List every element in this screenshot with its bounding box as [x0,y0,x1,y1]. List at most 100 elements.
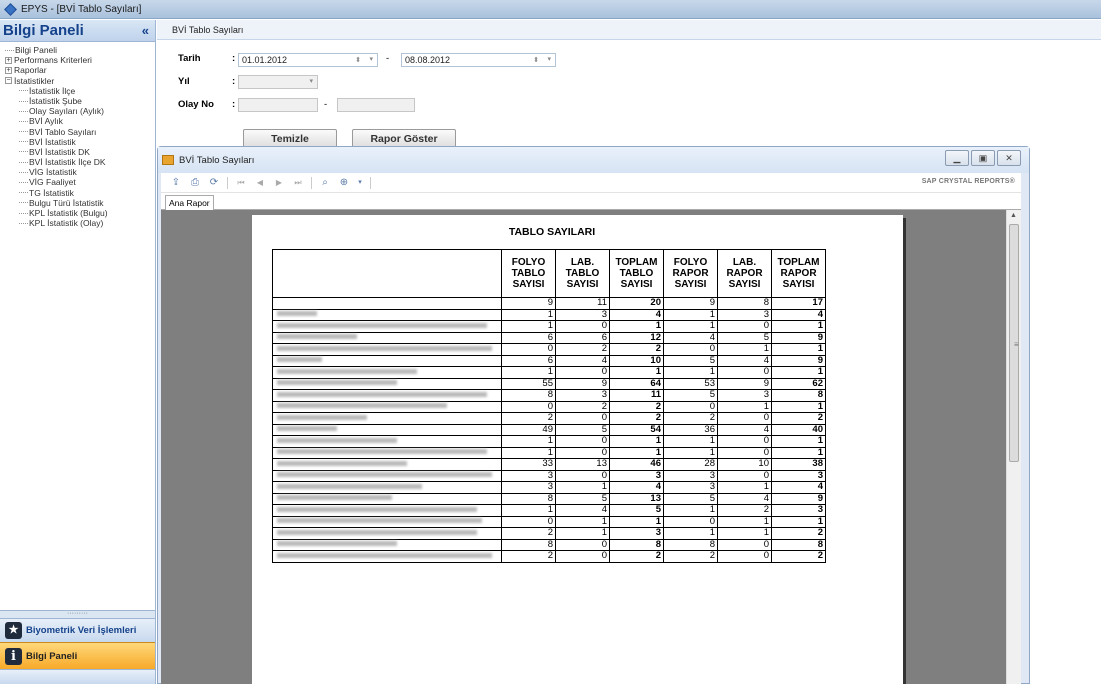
vertical-scrollbar[interactable]: ▲ ≡ [1006,210,1021,684]
table-cell: 8 [771,389,826,402]
table-cell: 2 [609,400,664,413]
table-row: 6 6 12 4 5 9 [272,331,826,344]
tree-item[interactable]: KPL İstatistik (Bulgu) [3,208,155,218]
scrollbar-thumb[interactable]: ≡ [1009,224,1019,462]
date-start-field[interactable]: 01.01.2012 ⬍ ▾ [238,53,378,67]
tree-item[interactable]: BVİ İstatistik İlçe DK [3,157,155,167]
olay-no-end-field[interactable] [337,98,415,112]
date-end-field[interactable]: 08.08.2012 ⬍ ▾ [401,53,556,67]
colon: : [232,53,236,64]
row-name-redacted [272,423,502,436]
tree-item[interactable]: BVİ Tablo Sayıları [3,127,155,137]
tree-item[interactable]: + Raporlar [3,65,155,75]
table-cell: 1 [663,435,718,448]
redacted-text [277,414,367,420]
tree-item[interactable]: VİG Faaliyet [3,177,155,187]
row-name-redacted [272,366,502,379]
table-cell: 6 [555,331,610,344]
tree-item-label: VİG Faaliyet [29,177,76,188]
row-name-redacted [272,377,502,390]
row-name-redacted [272,538,502,551]
table-row: 8 5 13 5 4 9 [272,492,826,505]
chevron-down-icon[interactable]: ▾ [369,54,373,66]
table-cell: 1 [717,400,772,413]
table-cell: 4 [717,354,772,367]
tree-item-label: BVİ İstatistik [29,136,76,147]
column-header: TOPLAM RAPOR SAYISI [771,249,826,298]
tree-line [19,212,28,214]
minimize-icon[interactable]: ▁ [945,150,969,166]
expand-icon[interactable]: + [5,56,12,64]
nav-biyometrik-veri[interactable]: Biyometrik Veri İşlemleri [0,618,155,642]
table-row: 55 9 64 53 9 62 [272,377,826,390]
table-cell: 3 [771,469,826,482]
zoom-dropdown-icon[interactable]: ▾ [356,177,364,189]
collapse-panel-icon[interactable]: « [142,23,149,38]
table-cell: 9 [663,297,718,310]
tab-ana-rapor[interactable]: Ana Rapor [165,195,214,211]
table-cell: 5 [555,492,610,505]
tree-item[interactable]: İstatistik İlçe [3,86,155,96]
tree-item[interactable]: + Performans Kriterleri [3,55,155,65]
zoom-icon[interactable]: ⊕ [337,177,351,189]
expand-icon[interactable]: + [5,66,12,74]
first-page-icon[interactable]: ⏮ [234,177,248,189]
table-cell: 1 [663,446,718,459]
maximize-icon[interactable]: ▣ [971,150,995,166]
tree-item[interactable]: Bilgi Paneli [3,45,155,55]
tree-item[interactable]: BVİ İstatistik [3,137,155,147]
table-cell: 1 [609,320,664,333]
tree-item[interactable]: − İstatistikler [3,76,155,86]
next-page-icon[interactable]: ▶ [272,177,286,189]
table-cell: 1 [771,343,826,356]
tree-line [19,171,28,173]
find-icon[interactable]: ⌕ [318,177,332,189]
olay-no-start-field[interactable] [238,98,318,112]
table-cell: 0 [555,435,610,448]
previous-page-icon[interactable]: ◀ [253,177,267,189]
table-cell: 2 [771,527,826,540]
table-cell: 17 [771,297,826,310]
table-cell: 0 [717,366,772,379]
table-cell: 33 [501,458,556,471]
chevron-down-icon[interactable]: ▾ [547,54,551,66]
collapse-icon[interactable]: − [5,77,12,85]
column-header: TOPLAM TABLO SAYISI [609,249,664,298]
spin-icon[interactable]: ⬍ [355,55,361,67]
report-window-title: BVİ Tablo Sayıları [179,154,255,166]
table-cell: 1 [771,320,826,333]
export-icon[interactable]: ⇪ [169,177,183,189]
print-icon[interactable]: ⎙ [188,177,202,189]
year-select[interactable]: ▾ [238,75,318,89]
olay-no-label: Olay No [178,99,214,110]
report-canvas[interactable]: TABLO SAYILARI FOLYO TABLO SAYISI LAB. TA… [161,210,1006,684]
spin-icon[interactable]: ⬍ [533,55,539,67]
table-cell: 1 [555,481,610,494]
last-page-icon[interactable]: ⏭ [291,177,305,189]
nav-bilgi-paneli[interactable]: Bilgi Paneli [0,642,155,669]
close-icon[interactable]: ✕ [997,150,1021,166]
tree-item[interactable]: Olay Sayıları (Aylık) [3,106,155,116]
tree-item[interactable]: TG İstatistik [3,188,155,198]
refresh-icon[interactable]: ⟳ [207,177,221,189]
scroll-up-icon[interactable]: ▲ [1010,212,1017,219]
tree-line [5,49,14,51]
chevron-down-icon[interactable]: ▾ [309,76,313,88]
table-cell: 1 [663,527,718,540]
tree-item[interactable]: KPL İstatistik (Olay) [3,218,155,228]
table-cell: 0 [555,366,610,379]
table-cell: 1 [609,515,664,528]
tree-item[interactable]: Bulgu Türü İstatistik [3,198,155,208]
tree-item[interactable]: BVİ Aylık [3,116,155,126]
tree-item[interactable]: BVİ İstatistik DK [3,147,155,157]
tree-item-label: Bulgu Türü İstatistik [29,197,104,208]
table-cell: 6 [501,354,556,367]
tree-item-label: Olay Sayıları (Aylık) [29,106,104,117]
table-cell: 4 [555,504,610,517]
redacted-text [277,334,357,340]
table-row: 022011 [272,343,826,356]
panel-splitter-grip[interactable]: ········· [0,610,155,618]
tree-item[interactable]: İstatistik Şube [3,96,155,106]
tree-item[interactable]: VİG İstatistik [3,167,155,177]
table-cell: 1 [771,435,826,448]
